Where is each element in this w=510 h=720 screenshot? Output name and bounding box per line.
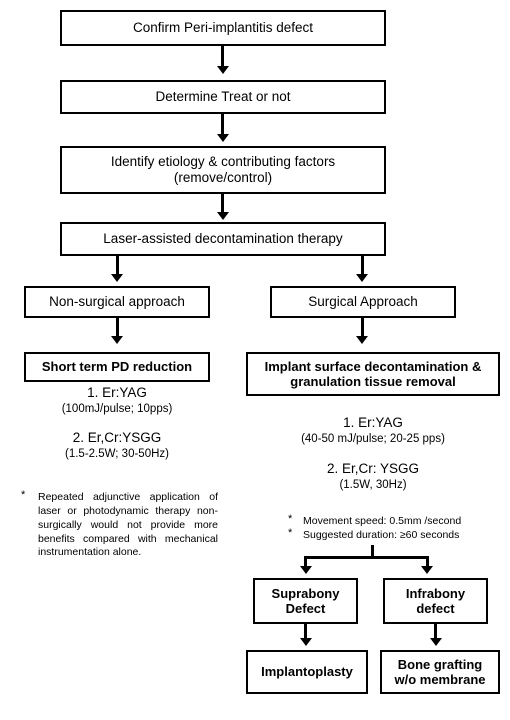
surgical-note2-marker: * bbox=[288, 527, 293, 539]
node-implant-surface-line1: Implant surface decontamination & bbox=[264, 358, 482, 374]
connector-surgical-to-implant bbox=[360, 318, 364, 338]
node-suprabony-defect-line2: Defect bbox=[285, 601, 326, 616]
connector-laser-to-nonsurgical bbox=[115, 256, 119, 276]
node-implant-surface-line2: granulation tissue removal bbox=[290, 374, 456, 389]
node-bone-grafting-text: Bone grafting w/o membrane bbox=[386, 657, 494, 688]
surgical-note2-text: Suggested duration: ≥60 seconds bbox=[303, 529, 460, 541]
node-bone-grafting[interactable]: Bone grafting w/o membrane bbox=[380, 650, 500, 694]
node-implantoplasty[interactable]: Implantoplasty bbox=[246, 650, 368, 694]
node-determine-treat-label: Determine Treat or not bbox=[155, 89, 291, 105]
surgical-laser1-title: 1. Er:YAG bbox=[343, 415, 403, 430]
nonsurgical-note-marker: * bbox=[21, 489, 26, 501]
node-infrabony-defect-line2: defect bbox=[416, 601, 455, 616]
node-suprabony-defect[interactable]: Suprabony Defect bbox=[253, 578, 358, 624]
surgical-laser2-title: 2. Er,Cr: YSGG bbox=[326, 461, 420, 476]
node-identify-etiology-line1: Identify etiology & contributing factors bbox=[110, 154, 336, 170]
surgical-note1-text: Movement speed: 0.5mm /second bbox=[303, 515, 462, 527]
nonsurgical-note-text: Repeated adjunctive application of laser… bbox=[38, 491, 218, 559]
arrowhead-determine-to-identify bbox=[216, 134, 229, 142]
arrowhead-suprabony-to-implantoplasty bbox=[299, 638, 312, 646]
node-laser-therapy-label: Laser-assisted decontamination therapy bbox=[103, 231, 343, 247]
node-suprabony-defect-line1: Suprabony bbox=[271, 585, 340, 601]
connector-nonsurgical-to-pd bbox=[115, 318, 119, 338]
node-suprabony-defect-text: Suprabony Defect bbox=[259, 586, 352, 617]
node-implant-surface-text: Implant surface decontamination & granul… bbox=[252, 359, 494, 390]
nonsurgical-laser1-values: (100mJ/pulse; 10pps) bbox=[61, 403, 173, 415]
node-confirm-defect-label: Confirm Peri-implantitis defect bbox=[132, 20, 314, 36]
node-confirm-defect[interactable]: Confirm Peri-implantitis defect bbox=[60, 10, 386, 46]
nonsurgical-laser2-values: (1.5-2.5W; 30-50Hz) bbox=[65, 448, 169, 460]
node-infrabony-defect[interactable]: Infrabony defect bbox=[383, 578, 488, 624]
connector-determine-to-identify bbox=[221, 114, 224, 136]
arrowhead-fork-to-infrabony bbox=[421, 566, 433, 574]
node-identify-etiology-text: Identify etiology & contributing factors… bbox=[66, 154, 380, 186]
node-laser-therapy[interactable]: Laser-assisted decontamination therapy bbox=[60, 222, 386, 256]
node-bone-grafting-line2: w/o membrane bbox=[394, 672, 486, 687]
arrowhead-fork-to-suprabony bbox=[299, 566, 312, 574]
node-identify-etiology[interactable]: Identify etiology & contributing factors… bbox=[60, 146, 386, 194]
node-identify-etiology-line2: (remove/control) bbox=[173, 170, 273, 185]
node-non-surgical-approach[interactable]: Non-surgical approach bbox=[24, 286, 210, 318]
node-short-term-pd-reduction-label: Short term PD reduction bbox=[41, 359, 193, 375]
connector-laser-to-surgical bbox=[360, 256, 364, 276]
surgical-laser1-values: (40-50 mJ/pulse; 20-25 pps) bbox=[301, 433, 445, 445]
arrowhead-confirm-to-determine bbox=[216, 66, 229, 74]
arrowhead-infrabony-to-bonegrafting bbox=[429, 638, 442, 646]
node-infrabony-defect-line1: Infrabony bbox=[405, 585, 466, 601]
arrowhead-identify-to-laser bbox=[216, 212, 229, 220]
node-implant-surface-decontamination[interactable]: Implant surface decontamination & granul… bbox=[246, 352, 500, 396]
node-surgical-approach[interactable]: Surgical Approach bbox=[270, 286, 456, 318]
arrowhead-surgical-to-implant bbox=[356, 336, 368, 344]
node-implantoplasty-label: Implantoplasty bbox=[261, 664, 353, 680]
flowchart-canvas: Confirm Peri-implantitis defect Determin… bbox=[0, 0, 510, 720]
nonsurgical-laser2-title: 2. Er,Cr:YSGG bbox=[72, 430, 162, 445]
node-short-term-pd-reduction[interactable]: Short term PD reduction bbox=[24, 352, 210, 382]
node-infrabony-defect-text: Infrabony defect bbox=[389, 586, 482, 617]
surgical-laser2-values: (1.5W, 30Hz) bbox=[339, 479, 407, 491]
arrowhead-laser-to-nonsurgical bbox=[111, 274, 123, 282]
nonsurgical-laser1-title: 1. Er:YAG bbox=[87, 385, 147, 400]
node-bone-grafting-line1: Bone grafting bbox=[397, 656, 483, 672]
node-surgical-approach-label: Surgical Approach bbox=[308, 294, 418, 310]
connector-fork-bar bbox=[305, 556, 428, 559]
connector-identify-to-laser bbox=[221, 194, 224, 214]
connector-confirm-to-determine bbox=[221, 46, 224, 68]
node-non-surgical-approach-label: Non-surgical approach bbox=[49, 294, 185, 310]
surgical-note1-marker: * bbox=[288, 513, 293, 525]
arrowhead-laser-to-surgical bbox=[356, 274, 368, 282]
arrowhead-nonsurgical-to-pd bbox=[111, 336, 123, 344]
node-determine-treat[interactable]: Determine Treat or not bbox=[60, 80, 386, 114]
